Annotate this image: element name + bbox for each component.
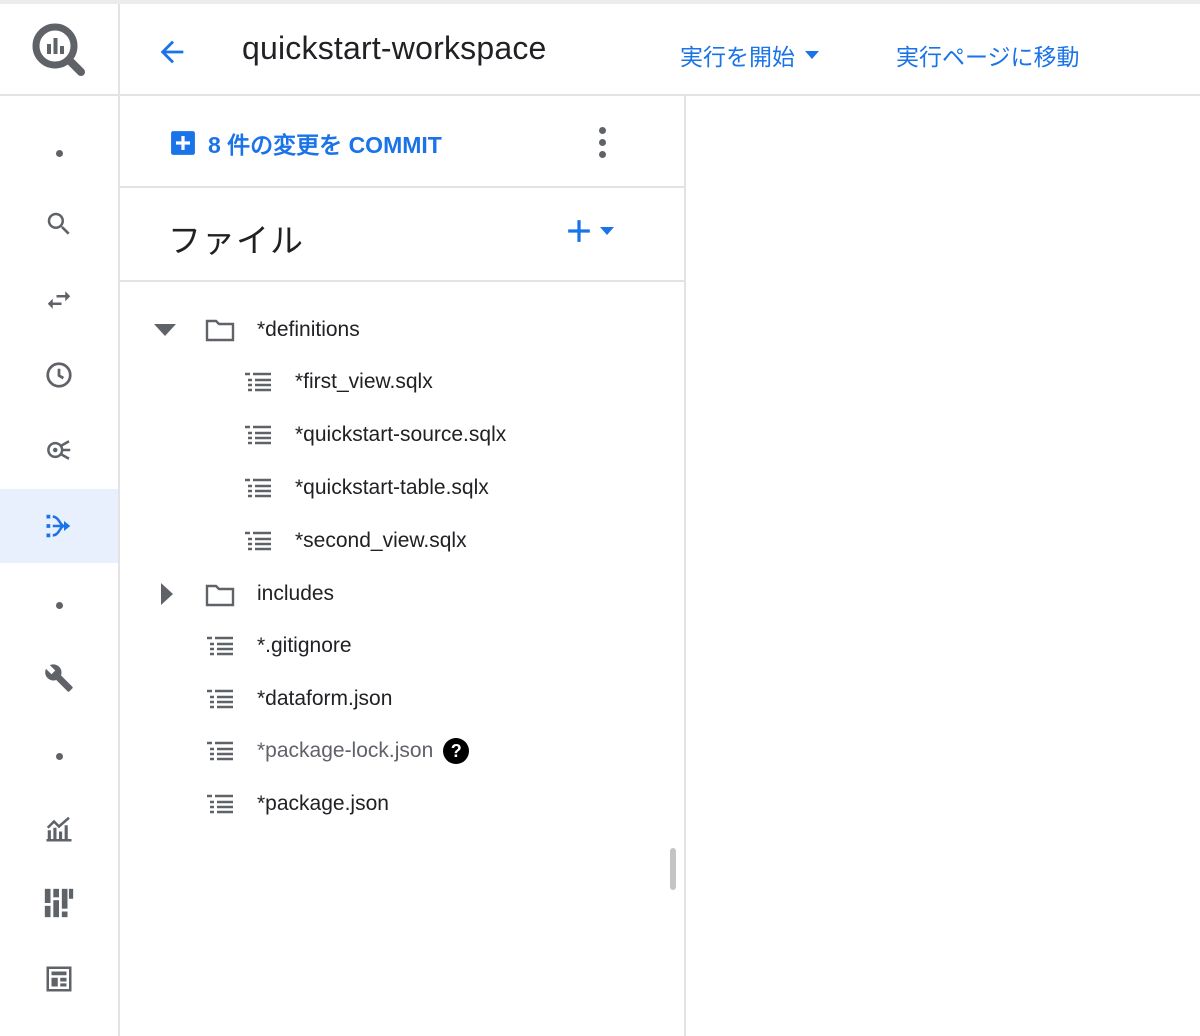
back-button[interactable]: [150, 30, 194, 74]
nav-item-dashboard[interactable]: [0, 942, 118, 1016]
help-icon[interactable]: ?: [443, 738, 470, 764]
top-header: quickstart-workspace 実行を開始 実行ページに移動: [0, 0, 1200, 96]
tree-file-dataform-json[interactable]: *dataform.json: [257, 679, 392, 719]
nav-item-scheduled[interactable]: [0, 338, 118, 412]
tree-item-label: *first_view.sqlx: [295, 370, 433, 393]
plus-icon: [568, 220, 590, 242]
expand-caret-includes[interactable]: [152, 579, 182, 609]
file-list-icon: [206, 634, 234, 658]
commit-button[interactable]: 8 件の変更を COMMIT: [170, 126, 442, 160]
panel-scrollbar[interactable]: [670, 848, 676, 890]
tree-item-label: *package-lock.json: [257, 739, 434, 762]
bigquery-logo-icon: [32, 23, 85, 76]
tree-item-label: includes: [257, 582, 335, 605]
tree-folder-includes[interactable]: includes: [257, 574, 334, 614]
monitoring-chart-icon: [46, 816, 72, 842]
tree-item-label: *definitions: [257, 318, 360, 341]
bigquery-logo[interactable]: [0, 4, 120, 96]
tree-item-label: *quickstart-table.sqlx: [295, 476, 489, 499]
more-vert-icon: [598, 126, 606, 134]
file-list-icon: [244, 423, 272, 447]
editor-area: [686, 96, 1200, 1036]
file-list-icon: [206, 687, 234, 711]
caret-right-icon: [161, 583, 173, 605]
nav-item-analytics-hub[interactable]: [0, 413, 118, 487]
analytics-hub-icon: [47, 440, 71, 460]
dot-icon: [55, 149, 63, 157]
tree-folder-definitions[interactable]: *definitions: [257, 310, 360, 350]
file-list-icon: [244, 370, 272, 394]
tree-item-label: *.gitignore: [257, 634, 352, 657]
tree-file-gitignore[interactable]: *.gitignore: [257, 626, 352, 666]
files-header: ファイル: [120, 188, 684, 282]
folder-icon: [204, 581, 236, 609]
workspace-title: quickstart-workspace: [242, 30, 547, 66]
tree-item-label: *quickstart-source.sqlx: [295, 423, 507, 446]
dot-icon: [55, 601, 63, 609]
expand-caret-definitions[interactable]: [150, 315, 180, 345]
nav-item-1[interactable]: [0, 116, 118, 190]
add-file-dropdown[interactable]: [566, 218, 614, 244]
transfer-icon: [47, 291, 71, 309]
nav-item-monitoring[interactable]: [0, 792, 118, 866]
wrench-icon: [45, 664, 73, 692]
run-start-dropdown[interactable]: 実行を開始: [680, 38, 819, 72]
tree-file-package-lock[interactable]: *package-lock.json ?: [257, 731, 470, 771]
bi-engine-icon: [44, 888, 74, 918]
add-box-icon: [171, 131, 195, 155]
files-title: ファイル: [168, 222, 304, 259]
tree-file-second-view[interactable]: *second_view.sqlx: [295, 521, 467, 561]
commit-toolbar: 8 件の変更を COMMIT: [120, 96, 684, 188]
dashboard-icon: [46, 966, 72, 992]
search-icon: [47, 212, 70, 235]
nav-item-dataform[interactable]: [0, 489, 118, 563]
commit-label: 8 件の変更を COMMIT: [208, 132, 442, 158]
tree-file-quickstart-source[interactable]: *quickstart-source.sqlx: [295, 415, 506, 455]
file-list-icon: [206, 739, 234, 763]
nav-item-search[interactable]: [0, 187, 118, 261]
left-nav-rail: [0, 96, 120, 1036]
arrow-back-icon: [160, 40, 184, 64]
nav-item-bi-engine[interactable]: [0, 866, 118, 940]
tree-item-label: *second_view.sqlx: [295, 529, 467, 552]
nav-item-9[interactable]: [0, 719, 118, 793]
nav-item-7[interactable]: [0, 568, 118, 642]
caret-down-icon: [154, 324, 176, 336]
dropdown-arrow-icon: [600, 227, 614, 235]
goto-run-page-link[interactable]: 実行ページに移動: [896, 38, 1080, 72]
dot-icon: [55, 752, 63, 760]
more-options-button[interactable]: [590, 124, 614, 160]
run-start-label: 実行を開始: [680, 44, 795, 70]
nav-item-tools[interactable]: [0, 641, 118, 715]
file-list-icon: [244, 529, 272, 553]
tree-file-first-view[interactable]: *first_view.sqlx: [295, 362, 433, 402]
tree-item-label: *package.json: [257, 792, 389, 815]
dropdown-arrow-icon: [805, 51, 819, 59]
dataform-pipeline-icon: [46, 514, 71, 538]
folder-icon: [204, 316, 236, 344]
history-clock-icon: [46, 362, 72, 388]
tree-item-label: *dataform.json: [257, 687, 393, 710]
tree-file-quickstart-table[interactable]: *quickstart-table.sqlx: [295, 468, 489, 508]
nav-item-transfers[interactable]: [0, 263, 118, 337]
file-explorer-panel: 8 件の変更を COMMIT ファイル *definitions *first_…: [120, 96, 686, 1036]
tree-file-package-json[interactable]: *package.json: [257, 784, 389, 824]
file-list-icon: [244, 476, 272, 500]
file-list-icon: [206, 792, 234, 816]
